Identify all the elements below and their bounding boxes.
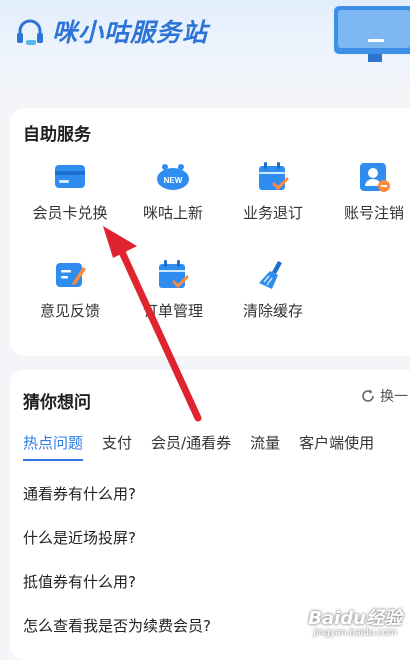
- app-title: 咪小咕服务站: [52, 18, 209, 47]
- watermark-sub: jingyan.baidu.com: [313, 628, 397, 638]
- service-item-unsubscribe[interactable]: 业务退订: [225, 160, 321, 224]
- service-item-label: 咪咕上新: [142, 204, 203, 222]
- user-remove-icon: [360, 163, 390, 192]
- refresh-icon: [362, 389, 374, 402]
- watermark-main: Baidu经验: [308, 608, 402, 629]
- tab-membership[interactable]: 会员/通看券: [151, 432, 231, 461]
- baidu-watermark: Baidu经验 jingyan.baidu.com: [308, 608, 402, 640]
- service-item-card-exchange[interactable]: 会员卡兑换: [22, 160, 118, 224]
- header-banner: 咪小咕服务站: [0, 0, 410, 92]
- calendar-order-icon: [159, 260, 189, 289]
- new-mascot-icon: NEW: [157, 164, 189, 190]
- tab-client-usage[interactable]: 客户端使用: [299, 432, 374, 461]
- broom-icon: [259, 261, 282, 289]
- question-tabs: 热点问题 支付 会员/通看券 流量 客户端使用: [23, 432, 393, 461]
- headset-logo-icon: [17, 19, 43, 45]
- tab-hot-questions[interactable]: 热点问题: [23, 432, 84, 461]
- list-item[interactable]: 怎么查看我是否为续费会员?: [23, 616, 211, 660]
- self-service-card: 自助服务 会员卡兑换 NEW 咪咕上新 业务退订 账号注销 意见反馈 订单管理 …: [10, 108, 410, 356]
- tab-data-traffic[interactable]: 流量: [250, 432, 280, 461]
- service-item-feedback[interactable]: 意见反馈: [22, 258, 118, 322]
- monitor-illustration-icon: [334, 6, 410, 62]
- service-item-account-cancel[interactable]: 账号注销: [326, 160, 410, 224]
- list-item[interactable]: 抵值券有什么用?: [23, 572, 211, 616]
- service-item-label: 意见反馈: [39, 302, 100, 320]
- service-item-label: 清除缓存: [242, 302, 303, 320]
- service-item-orders[interactable]: 订单管理: [125, 258, 221, 322]
- self-service-title: 自助服务: [23, 125, 91, 145]
- guess-title: 猜你想问: [23, 393, 91, 413]
- card-icon: [55, 165, 85, 188]
- question-list: 通看券有什么用? 什么是近场投屏? 抵值券有什么用? 怎么查看我是否为续费会员?: [23, 484, 211, 660]
- refresh-label: 换一: [380, 389, 408, 405]
- refresh-button[interactable]: 换一: [360, 386, 408, 406]
- calendar-check-icon: [259, 162, 289, 191]
- svg-text:NEW: NEW: [164, 176, 183, 185]
- tab-payment[interactable]: 支付: [102, 432, 132, 461]
- service-item-clear-cache[interactable]: 清除缓存: [225, 258, 321, 322]
- feedback-edit-icon: [56, 263, 86, 287]
- list-item[interactable]: 通看券有什么用?: [23, 484, 211, 528]
- service-item-migu-new[interactable]: NEW 咪咕上新: [125, 160, 221, 224]
- service-item-label: 账号注销: [343, 204, 404, 222]
- service-item-label: 订单管理: [142, 302, 203, 320]
- list-item[interactable]: 什么是近场投屏?: [23, 528, 211, 572]
- service-item-label: 会员卡兑换: [32, 204, 108, 222]
- service-item-label: 业务退订: [242, 204, 303, 222]
